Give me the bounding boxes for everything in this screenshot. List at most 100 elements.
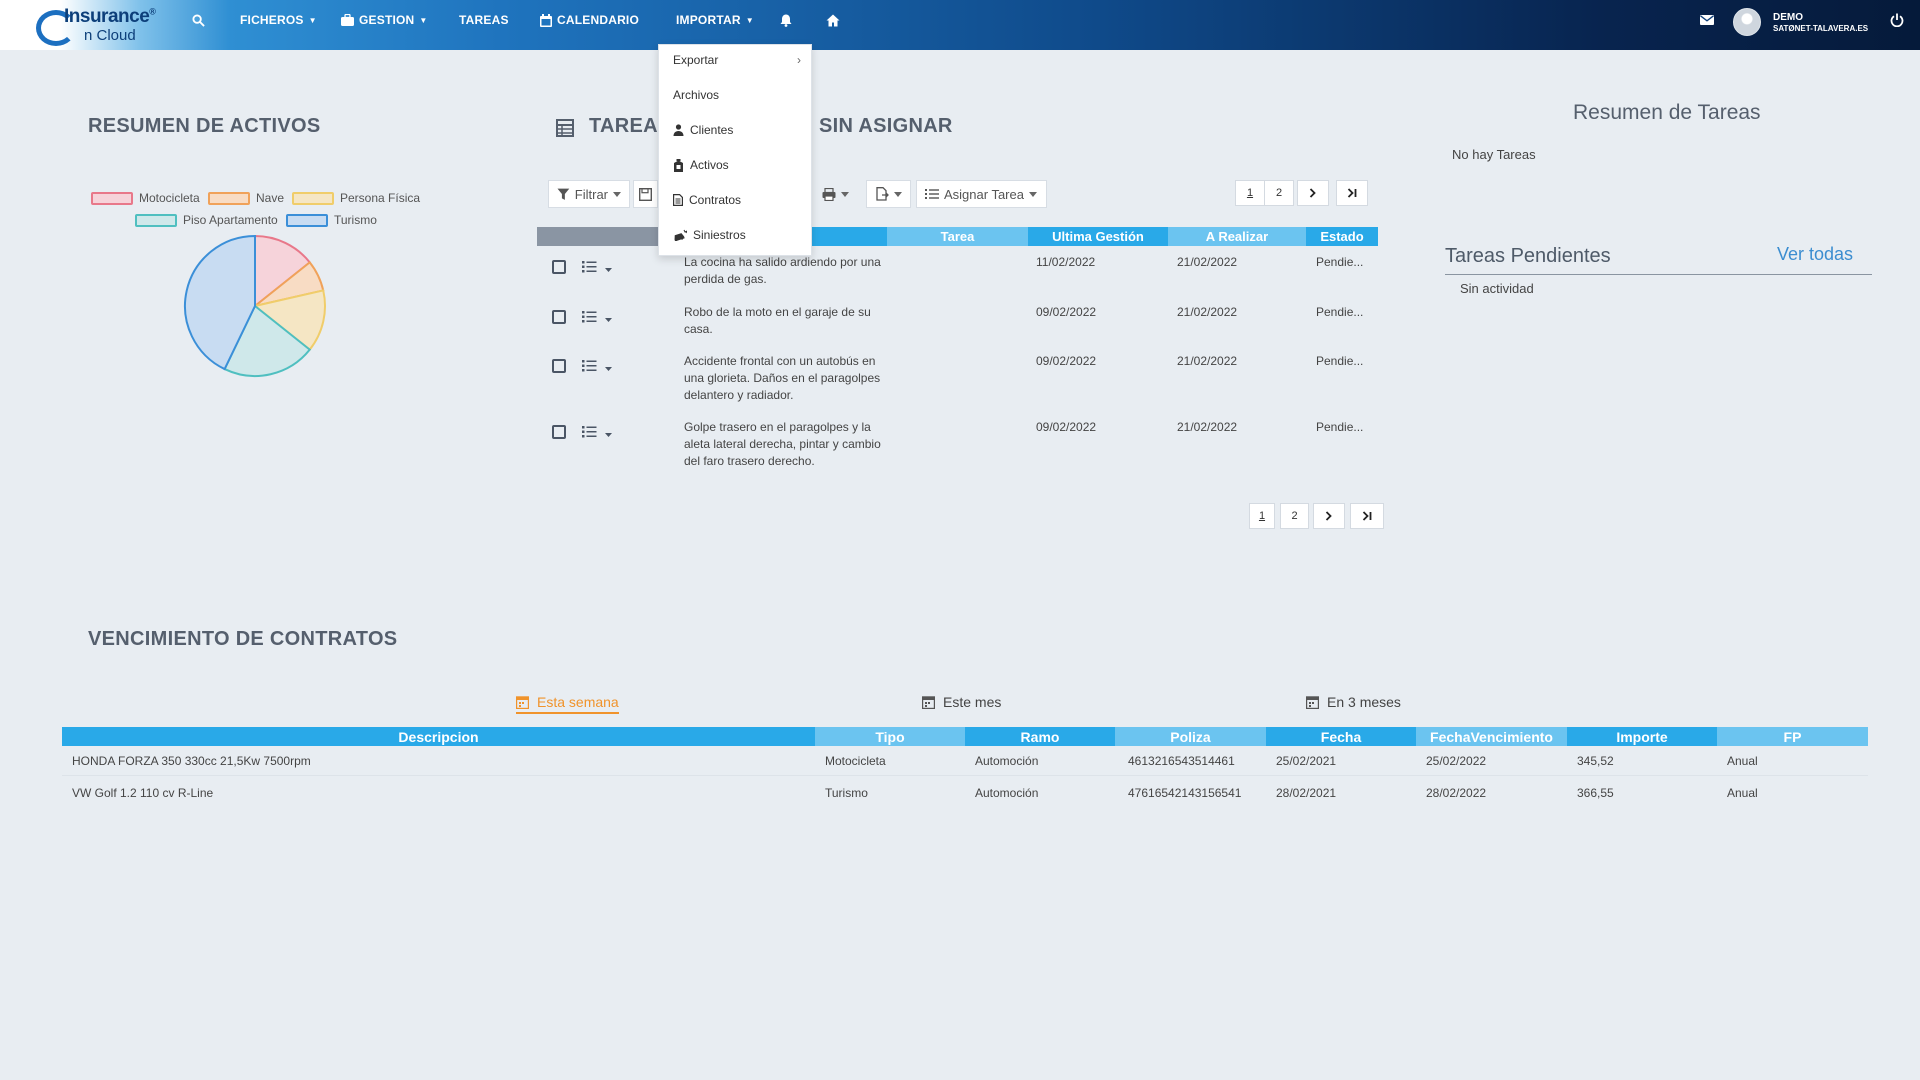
next-page-button-bottom[interactable]: [1313, 503, 1345, 529]
col-poliza[interactable]: Poliza: [1115, 727, 1266, 746]
row-checkbox[interactable]: [552, 359, 566, 373]
menu-item-clientes[interactable]: Clientes: [659, 115, 811, 145]
print-button[interactable]: [814, 180, 864, 208]
export-file-icon: [876, 187, 889, 201]
legend-item[interactable]: Persona Física: [292, 191, 420, 205]
page-1-button[interactable]: 1: [1235, 180, 1265, 206]
col-importe[interactable]: Importe: [1567, 727, 1717, 746]
task-due-date: 21/02/2022: [1177, 305, 1238, 319]
contract-fp: Anual: [1727, 786, 1758, 800]
col-descripcion[interactable]: Descripcion: [62, 727, 815, 746]
task-row[interactable]: Golpe trasero en el paragolpes y la alet…: [538, 419, 1378, 471]
tab-esta-semana[interactable]: Esta semana: [516, 694, 619, 714]
task-last-management-date: 11/02/2022: [1036, 255, 1096, 269]
row-actions-icon[interactable]: [582, 425, 618, 441]
insurance-cloud-logo[interactable]: Insurance® n Cloud: [36, 4, 156, 46]
contract-importe: 345,52: [1577, 754, 1614, 768]
row-checkbox[interactable]: [552, 310, 566, 324]
task-status: Pendie...: [1316, 255, 1364, 269]
nav-importar[interactable]: IMPORTAR ▼: [676, 0, 754, 40]
menu-item-exportar[interactable]: Exportar ›: [659, 45, 811, 75]
task-row[interactable]: Accidente frontal con un autobús en una …: [538, 353, 1378, 405]
filter-button[interactable]: Filtrar: [548, 180, 630, 208]
notifications-button[interactable]: [780, 0, 792, 40]
last-page-button-bottom[interactable]: [1350, 503, 1384, 529]
export-button[interactable]: [866, 180, 911, 208]
col-fp[interactable]: FP: [1717, 727, 1868, 746]
logout-button[interactable]: [1890, 0, 1904, 40]
last-page-button[interactable]: [1336, 180, 1368, 206]
col-fecha[interactable]: Fecha: [1266, 727, 1416, 746]
car-crash-icon: [674, 229, 687, 241]
legend-item[interactable]: Turismo: [286, 213, 377, 227]
ver-todas-link[interactable]: Ver todas: [1777, 244, 1853, 265]
contract-poliza: 47616542143156541: [1128, 786, 1242, 800]
chevron-right-icon: ›: [797, 53, 801, 67]
col-ultima-gestion[interactable]: Ultima Gestión: [1028, 227, 1168, 246]
row-actions-icon[interactable]: [582, 310, 618, 326]
menu-item-siniestros[interactable]: Siniestros: [659, 220, 811, 250]
page-2-button-bottom[interactable]: 2: [1280, 503, 1309, 529]
col-ramo[interactable]: Ramo: [965, 727, 1115, 746]
activos-title: RESUMEN DE ACTIVOS: [88, 115, 321, 137]
legend-label: Piso Apartamento: [183, 213, 278, 227]
task-last-management-date: 09/02/2022: [1036, 305, 1097, 319]
caret-down-icon: [894, 191, 902, 197]
contract-tipo: Motocicleta: [825, 754, 886, 768]
search-button[interactable]: [192, 0, 205, 40]
menu-item-activos[interactable]: Activos: [659, 150, 811, 180]
divider: [1445, 274, 1872, 275]
save-icon: [639, 187, 652, 201]
tab-en-3-meses[interactable]: En 3 meses: [1306, 694, 1401, 710]
legend-item[interactable]: Motocicleta: [91, 191, 200, 205]
col-a-realizar[interactable]: A Realizar: [1168, 227, 1306, 246]
contract-ramo: Automoción: [975, 754, 1039, 768]
task-status: Pendie...: [1316, 354, 1364, 368]
nav-gestion[interactable]: GESTION ▼: [341, 0, 428, 40]
col-fecha-vencimiento[interactable]: FechaVencimiento: [1416, 727, 1567, 746]
row-checkbox[interactable]: [552, 260, 566, 274]
row-checkbox[interactable]: [552, 425, 566, 439]
user-menu[interactable]: DEMO SATØNET-TALAVERA.ES: [1773, 12, 1868, 34]
contract-fp: Anual: [1727, 754, 1758, 768]
legend-swatch: [286, 213, 328, 227]
top-navbar: Insurance® n Cloud FICHEROS ▼ GESTION ▼ TA…: [0, 0, 1920, 50]
user-avatar[interactable]: [1733, 8, 1761, 36]
task-row[interactable]: La cocina ha salido ardiendo por una per…: [538, 254, 1378, 290]
task-description: Golpe trasero en el paragolpes y la alet…: [684, 420, 881, 468]
nav-calendario[interactable]: CALENDARIO: [540, 0, 639, 40]
sin-actividad-text: Sin actividad: [1460, 281, 1534, 296]
tab-este-mes[interactable]: Este mes: [922, 694, 1001, 710]
legend-label: Nave: [256, 191, 285, 205]
contract-tipo: Turismo: [825, 786, 868, 800]
nav-ficheros[interactable]: FICHEROS ▼: [240, 0, 317, 40]
task-last-management-date: 09/02/2022: [1036, 420, 1097, 434]
menu-item-contratos[interactable]: Contratos: [659, 185, 811, 215]
caret-down-icon: [841, 191, 849, 197]
page-1-button-bottom[interactable]: 1: [1249, 503, 1275, 529]
row-actions-icon[interactable]: [582, 260, 618, 276]
menu-item-archivos[interactable]: Archivos: [659, 80, 811, 110]
assign-task-button[interactable]: Asignar Tarea: [916, 180, 1047, 208]
col-tipo[interactable]: Tipo: [815, 727, 965, 746]
no-tasks-text: No hay Tareas: [1452, 147, 1536, 162]
chevron-right-icon: [1325, 511, 1332, 521]
messages-button[interactable]: [1700, 0, 1714, 40]
home-button[interactable]: [826, 0, 840, 40]
nav-tareas[interactable]: TAREAS: [459, 0, 509, 40]
save-button[interactable]: [633, 180, 658, 208]
legend-item[interactable]: Piso Apartamento: [135, 213, 278, 227]
legend-label: Turismo: [334, 213, 377, 227]
legend-item[interactable]: Nave: [208, 191, 284, 205]
col-estado[interactable]: Estado: [1306, 227, 1378, 246]
next-page-button[interactable]: [1297, 180, 1329, 206]
caret-down-icon: ▼: [419, 15, 428, 25]
bell-icon: [780, 14, 792, 27]
row-actions-icon[interactable]: [582, 359, 618, 375]
page-2-button[interactable]: 2: [1264, 180, 1294, 206]
task-row[interactable]: Robo de la moto en el garaje de su casa.…: [538, 304, 1378, 340]
col-tarea[interactable]: Tarea: [887, 227, 1028, 246]
person-icon: [673, 124, 684, 136]
contract-fecha-vencimiento: 25/02/2022: [1426, 754, 1487, 768]
asset-icon: [674, 158, 683, 172]
